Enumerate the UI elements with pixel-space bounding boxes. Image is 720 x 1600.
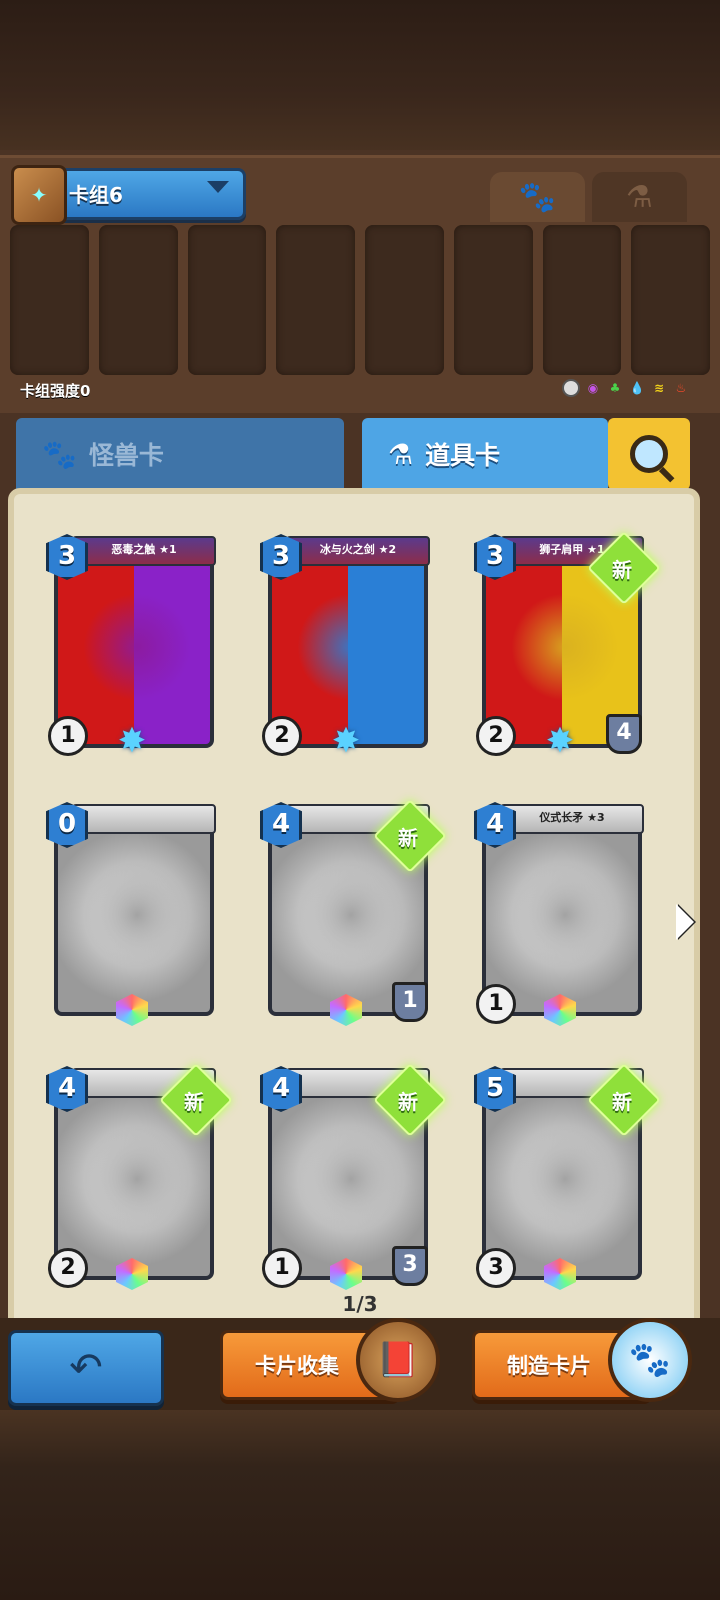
card-cost: 5: [474, 1066, 516, 1112]
fire-element-icon: ♨: [675, 381, 687, 395]
card-art: [512, 1124, 618, 1234]
neutral-element-icon: [562, 379, 580, 397]
card-defense: 3: [392, 1246, 428, 1286]
deck-slot[interactable]: [631, 225, 710, 375]
back-arrow-icon: ↶: [69, 1345, 103, 1391]
wind-element-icon: ≋: [653, 381, 665, 395]
deck-slot[interactable]: [276, 225, 355, 375]
deck-selector-dropdown[interactable]: ✦ 卡组6: [11, 165, 246, 225]
deck-name: 卡组6: [69, 183, 123, 207]
card-name: 恶毒之触 ★1: [72, 536, 216, 566]
deck-slot[interactable]: [542, 225, 622, 375]
rarity-star-icon: ✸: [117, 721, 147, 761]
item-card[interactable]: 仪式长矛 ★3 4 1: [474, 802, 644, 1026]
item-card[interactable]: 5 3 新: [474, 1063, 661, 1290]
back-button[interactable]: ↶: [8, 1330, 164, 1406]
card-art: [84, 860, 190, 970]
top-backdrop: [0, 0, 720, 160]
card-attack: 1: [262, 1248, 302, 1288]
card-name: [72, 804, 216, 834]
new-label: 新: [612, 1090, 632, 1114]
item-card[interactable]: 狮子肩甲 ★1 3 2 4 ✸ 新: [474, 531, 661, 758]
card-album-icon[interactable]: 📕: [356, 1318, 440, 1402]
card-name: 仪式长矛 ★3: [500, 804, 644, 834]
tab-item-cards[interactable]: ⚗ 道具卡: [362, 418, 608, 490]
card-cost: 4: [474, 802, 516, 848]
new-label: 新: [612, 558, 632, 582]
dark-element-icon: ◉: [587, 381, 599, 395]
card-defense: 4: [606, 714, 642, 754]
search-button[interactable]: [608, 418, 690, 490]
deck-slot[interactable]: [10, 225, 89, 375]
card-cost: 4: [260, 802, 302, 848]
card-cost: 3: [474, 534, 516, 580]
card-art: [512, 860, 618, 970]
element-filter-icons: ◉ ♣ 💧 ≋ ♨: [562, 379, 690, 397]
card-attack: 2: [48, 1248, 88, 1288]
card-cost: 3: [260, 534, 302, 580]
item-card[interactable]: 4 2 新: [46, 1063, 233, 1290]
potion-icon: ⚗: [388, 437, 414, 471]
card-name: 冰与火之剑 ★2: [286, 536, 430, 566]
card-defense: 1: [392, 982, 428, 1022]
deck-book-icon: ✦: [11, 165, 67, 225]
card-art: [84, 592, 190, 702]
item-card[interactable]: 0: [46, 802, 216, 1026]
item-card[interactable]: 4 1 新: [260, 799, 447, 1026]
card-attack: 2: [262, 716, 302, 756]
card-cost: 3: [46, 534, 88, 580]
potion-icon: ⚗: [626, 179, 653, 215]
deck-slots: [10, 225, 710, 375]
rarity-star-icon: ✸: [331, 721, 361, 761]
nature-element-icon: ♣: [609, 381, 621, 395]
chevron-down-icon: [207, 181, 229, 193]
card-attack: 2: [476, 716, 516, 756]
deck-strength-label: 卡组强度0: [20, 382, 91, 400]
deck-slot[interactable]: [365, 225, 444, 375]
card-cost: 4: [260, 1066, 302, 1112]
paw-filter-tab[interactable]: 🐾: [490, 172, 585, 222]
next-page-arrow-icon[interactable]: [676, 904, 694, 940]
card-art: [84, 1124, 190, 1234]
tab-monster-cards[interactable]: 🐾 怪兽卡: [16, 418, 344, 490]
card-art: [298, 592, 404, 702]
new-label: 新: [398, 1090, 418, 1114]
card-cost: 4: [46, 1066, 88, 1112]
item-card[interactable]: 冰与火之剑 ★2 3 2 ✸: [260, 534, 430, 758]
item-card[interactable]: 4 1 3 新: [260, 1063, 447, 1290]
deck-slot[interactable]: [453, 225, 533, 375]
card-art: [298, 860, 404, 970]
card-art: [298, 1124, 404, 1234]
water-element-icon: 💧: [629, 381, 645, 395]
potion-filter-tab[interactable]: ⚗: [592, 172, 687, 222]
search-icon: [630, 435, 668, 473]
card-attack: 1: [48, 716, 88, 756]
deck-slot[interactable]: [187, 225, 267, 375]
card-attack: 3: [476, 1248, 516, 1288]
craft-card-label: 制造卡片: [507, 1354, 591, 1378]
rarity-star-icon: ✸: [545, 721, 575, 761]
card-attack: 1: [476, 984, 516, 1024]
tab-monster-label: 怪兽卡: [88, 441, 164, 470]
deck-slot[interactable]: [98, 225, 178, 375]
tab-item-label: 道具卡: [425, 441, 501, 470]
item-card[interactable]: 恶毒之触 ★1 3 1 ✸: [46, 534, 216, 758]
card-body: [54, 816, 214, 1016]
paw-potion-icon[interactable]: 🐾: [608, 1318, 692, 1402]
paw-icon: 🐾: [42, 437, 77, 471]
bottom-backdrop: [0, 1410, 720, 1600]
new-label: 新: [398, 826, 418, 850]
new-label: 新: [184, 1090, 204, 1114]
page-indicator: 1/3: [342, 1292, 378, 1316]
paw-icon: 🐾: [518, 179, 557, 215]
card-collection-label: 卡片收集: [255, 1354, 339, 1378]
card-cost: 0: [46, 802, 88, 848]
card-art: [512, 592, 618, 702]
